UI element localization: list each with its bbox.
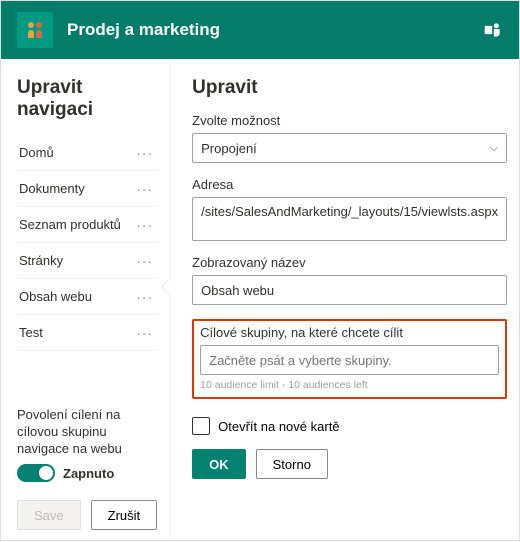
nav-item-label: Dokumenty [19, 181, 85, 196]
ellipsis-icon[interactable]: ··· [136, 181, 153, 197]
ok-button[interactable]: OK [192, 449, 246, 479]
cancel-button[interactable]: Zrušit [91, 500, 158, 530]
nav-item-label: Stránky [19, 253, 63, 268]
left-panel-title: Upravit navigaci [17, 77, 157, 121]
storno-button[interactable]: Storno [256, 449, 328, 479]
ellipsis-icon[interactable]: ··· [136, 217, 153, 233]
option-select[interactable]: Propojení ⌵ [192, 133, 507, 163]
right-panel-title: Upravit [192, 77, 507, 99]
nav-item-test[interactable]: Test ··· [17, 315, 157, 351]
audience-hint: 10 audience limit - 10 audiences left [200, 379, 499, 391]
nav-item-site-contents[interactable]: Obsah webu ··· [17, 279, 157, 315]
nav-item-products[interactable]: Seznam produktů ··· [17, 207, 157, 243]
audience-label: Cílové skupiny, na které chcete cílit [200, 325, 499, 340]
toggle-state-label: Zapnuto [63, 466, 114, 481]
nav-item-documents[interactable]: Dokumenty ··· [17, 171, 157, 207]
display-name-input[interactable] [192, 275, 507, 305]
audience-targeting-label: Povolení cílení na cílovou skupinu navig… [17, 407, 157, 458]
site-logo [17, 12, 53, 48]
teams-icon[interactable] [483, 20, 503, 40]
ellipsis-icon[interactable]: ··· [136, 325, 153, 341]
nav-item-label: Seznam produktů [19, 217, 121, 232]
site-title: Prodej a marketing [67, 20, 469, 40]
address-input[interactable]: /sites/SalesAndMarketing/_layouts/15/vie… [192, 197, 507, 241]
ellipsis-icon[interactable]: ··· [136, 289, 153, 305]
edit-navigation-panel: Upravit navigaci Domů ··· Dokumenty ··· … [1, 59, 169, 542]
nav-item-home[interactable]: Domů ··· [17, 135, 157, 171]
audience-targeting-section: Povolení cílení na cílovou skupinu navig… [17, 407, 157, 482]
display-name-label: Zobrazovaný název [192, 255, 507, 270]
nav-item-label: Domů [19, 145, 54, 160]
nav-item-pages[interactable]: Stránky ··· [17, 243, 157, 279]
ellipsis-icon[interactable]: ··· [136, 145, 153, 161]
site-header: Prodej a marketing [1, 1, 519, 59]
audience-highlight: Cílové skupiny, na které chcete cílit 10… [192, 319, 507, 399]
audience-input[interactable] [200, 345, 499, 375]
handshake-icon [23, 18, 47, 42]
save-button: Save [17, 500, 81, 530]
option-label: Zvolte možnost [192, 113, 507, 128]
edit-link-panel: Upravit Zvolte možnost Propojení ⌵ Adres… [169, 59, 520, 542]
new-tab-label: Otevřít na nové kartě [218, 419, 339, 434]
chevron-down-icon: ⌵ [490, 142, 498, 155]
address-label: Adresa [192, 177, 507, 192]
option-value: Propojení [201, 141, 257, 156]
ellipsis-icon[interactable]: ··· [136, 253, 153, 269]
audience-targeting-toggle[interactable] [17, 464, 55, 482]
nav-item-label: Test [19, 325, 43, 340]
new-tab-checkbox[interactable] [192, 417, 210, 435]
nav-list: Domů ··· Dokumenty ··· Seznam produktů ·… [17, 135, 157, 393]
nav-item-label: Obsah webu [19, 289, 92, 304]
